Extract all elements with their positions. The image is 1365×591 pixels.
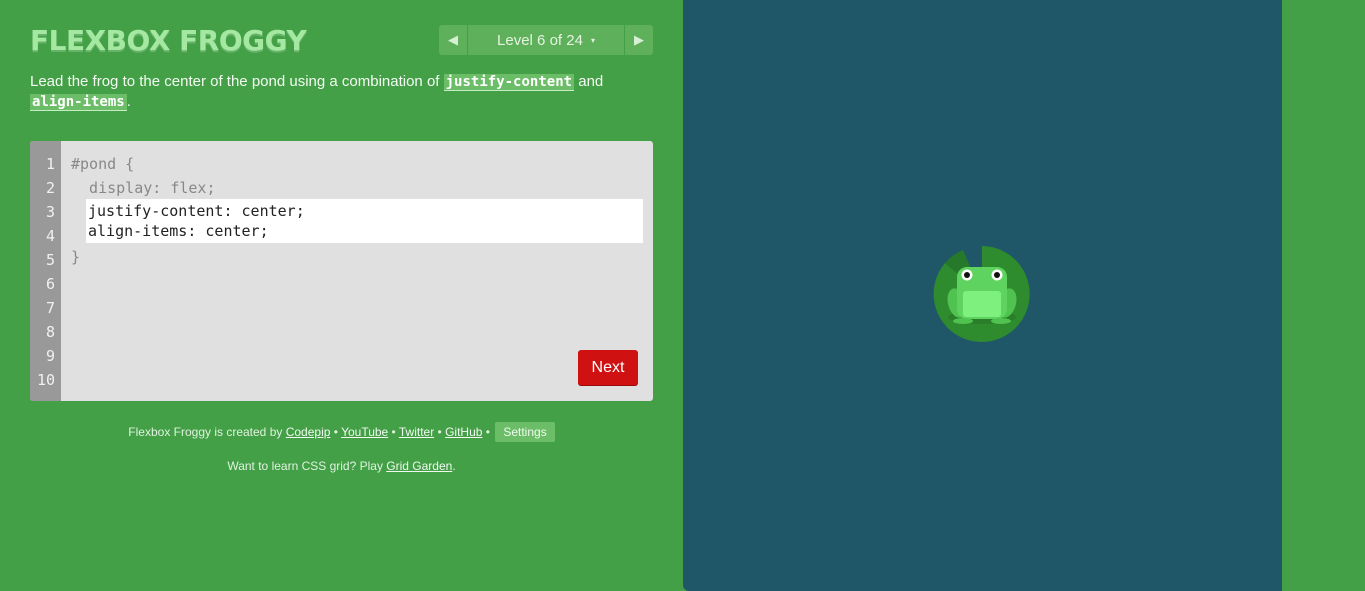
line-number: 10 [36,371,55,389]
line-number: 8 [45,323,55,341]
separator: • [388,425,399,439]
grid-garden-link[interactable]: Grid Garden [386,459,452,473]
lilypad-icon [933,245,1031,347]
arrow-left-icon: ◀ [448,32,458,48]
level-navigation: ◀ Level 6 of 24 ▾ ▶ [439,25,653,55]
previous-level-button[interactable]: ◀ [439,25,467,55]
line-number: 7 [45,299,55,317]
code-line-closing-brace: } [71,248,81,266]
settings-button[interactable]: Settings [495,422,555,442]
separator: • [434,425,446,439]
twitter-link[interactable]: Twitter [399,425,434,439]
youtube-link[interactable]: YouTube [341,425,388,439]
align-items-tag[interactable]: align-items [30,94,127,111]
level-label: Level 6 of 24 [497,31,583,49]
next-button[interactable]: Next [578,350,638,385]
line-number: 5 [45,251,55,269]
line-number: 4 [45,227,55,245]
line-number: 6 [45,275,55,293]
instructions-text: Lead the frog to the center of the pond … [30,73,444,90]
pond [683,0,1282,591]
arrow-right-icon: ▶ [634,32,644,48]
line-number: 2 [45,179,55,197]
chevron-down-icon: ▾ [590,35,595,45]
separator: • [482,425,494,439]
frog-icon [933,246,1030,342]
separator: • [330,425,342,439]
credits: Flexbox Froggy is created by Codepip • Y… [30,422,653,442]
line-number: 1 [45,155,55,173]
line-number-gutter: 1 2 3 4 5 6 7 8 9 10 [30,141,61,401]
justify-content-tag[interactable]: justify-content [443,74,575,91]
code-line-display: display: flex; [71,179,216,197]
instructions: Lead the frog to the center of the pond … [30,72,630,112]
grid-note-end: . [452,459,456,473]
code-editor: 1 2 3 4 5 6 7 8 9 10 #pond { display: fl… [30,141,653,401]
credits-text: Flexbox Froggy is created by [128,425,286,439]
code-line-selector: #pond { [71,155,135,173]
instructions-text: and [574,73,604,90]
grid-note-text: Want to learn CSS grid? Play [227,459,387,473]
grid-garden-note: Want to learn CSS grid? Play Grid Garden… [30,459,653,473]
level-selector[interactable]: Level 6 of 24 ▾ [468,25,624,55]
app-logo: FLEXBOX FROGGY [30,24,307,57]
line-number: 9 [45,347,55,365]
codepip-link[interactable]: Codepip [286,425,331,439]
instructions-text: . [126,93,131,110]
line-number: 3 [45,203,55,221]
css-code-input[interactable] [86,199,643,243]
left-panel: FLEXBOX FROGGY ◀ Level 6 of 24 ▾ ▶ Lead … [30,0,653,591]
github-link[interactable]: GitHub [445,425,482,439]
next-level-button[interactable]: ▶ [625,25,653,55]
